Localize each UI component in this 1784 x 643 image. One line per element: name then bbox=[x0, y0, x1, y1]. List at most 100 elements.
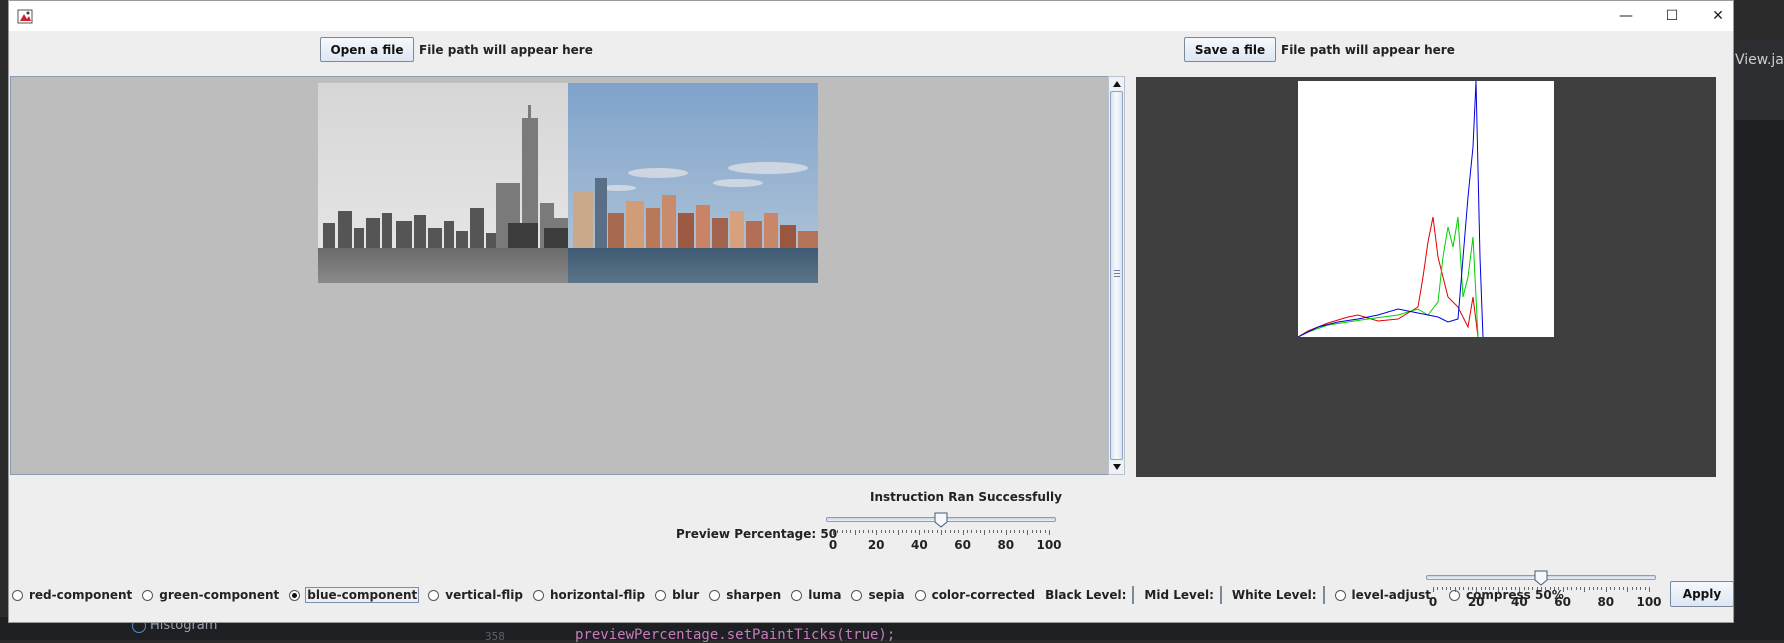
slider-tick bbox=[863, 530, 865, 533]
slider-tick bbox=[1437, 587, 1439, 590]
radio-label: red-component bbox=[29, 588, 133, 602]
slider-tick bbox=[1614, 587, 1616, 590]
slider-tick bbox=[1575, 587, 1577, 590]
close-button[interactable]: ✕ bbox=[1695, 1, 1741, 31]
histogram-chart bbox=[1298, 81, 1554, 337]
slider-tick bbox=[945, 530, 947, 533]
slider-tick-label: 20 bbox=[1467, 595, 1485, 609]
white-level-input[interactable] bbox=[1322, 586, 1325, 604]
preview-vertical-scrollbar[interactable] bbox=[1108, 76, 1125, 475]
slider-tick-label: 60 bbox=[1554, 595, 1571, 609]
slider-tick bbox=[1014, 530, 1016, 533]
slider-tick bbox=[1040, 530, 1042, 533]
radio-blur[interactable]: blur bbox=[655, 588, 699, 602]
slider-tick bbox=[1532, 587, 1534, 590]
slider-tick bbox=[833, 530, 834, 535]
slider-thumb[interactable] bbox=[1534, 570, 1548, 586]
radio-button[interactable] bbox=[709, 589, 721, 601]
slider-tick bbox=[988, 530, 990, 533]
radio-button[interactable] bbox=[791, 589, 803, 601]
slider-tick bbox=[897, 530, 899, 535]
scroll-up-arrow-icon[interactable] bbox=[1112, 80, 1122, 88]
radio-button[interactable] bbox=[12, 589, 23, 601]
slider-tick bbox=[1605, 587, 1607, 592]
radio-button[interactable] bbox=[1334, 589, 1346, 601]
minimize-button[interactable]: — bbox=[1603, 1, 1649, 31]
slider-tick bbox=[932, 530, 934, 533]
slider-tick bbox=[1588, 587, 1590, 590]
slider-tick bbox=[1623, 587, 1625, 590]
save-file-button[interactable]: Save a file bbox=[1184, 37, 1276, 62]
radio-button[interactable] bbox=[532, 589, 544, 601]
radio-button[interactable] bbox=[142, 589, 154, 601]
radio-label: vertical-flip bbox=[445, 588, 523, 602]
radio-sharpen[interactable]: sharpen bbox=[709, 588, 781, 602]
slider-tick bbox=[1493, 587, 1495, 590]
radio-label: color-corrected bbox=[931, 588, 1036, 602]
radio-label: horizontal-flip bbox=[549, 588, 646, 602]
radio-button[interactable] bbox=[655, 589, 667, 601]
white-level-label: White Level: bbox=[1231, 588, 1317, 602]
black-level-input[interactable] bbox=[1132, 586, 1135, 604]
slider-tick bbox=[1463, 587, 1465, 590]
radio-button[interactable] bbox=[914, 589, 926, 601]
slider-tick-label: 0 bbox=[828, 538, 838, 552]
scroll-thumb[interactable] bbox=[1110, 91, 1123, 460]
slider-tick bbox=[919, 530, 921, 535]
slider-tick bbox=[1001, 530, 1003, 533]
slider-tick-label: 100 bbox=[1636, 595, 1662, 609]
radio-green-component[interactable]: green-component bbox=[142, 588, 279, 602]
slider-tick bbox=[1558, 587, 1560, 590]
slider-tick bbox=[1519, 587, 1521, 592]
slider-tick bbox=[1502, 587, 1504, 590]
radio-label: sepia bbox=[868, 588, 905, 602]
radio-horizontal-flip[interactable]: horizontal-flip bbox=[532, 588, 646, 602]
radio-button[interactable] bbox=[851, 589, 863, 601]
radio-vertical-flip[interactable]: vertical-flip bbox=[428, 588, 523, 602]
scroll-down-arrow-icon[interactable] bbox=[1112, 463, 1122, 471]
slider-tick bbox=[1027, 530, 1029, 535]
slider-tick bbox=[928, 530, 930, 533]
radio-color-corrected[interactable]: color-corrected bbox=[914, 588, 1036, 602]
slider-tick-label: 40 bbox=[911, 538, 928, 552]
histogram-red-line bbox=[1298, 216, 1479, 337]
slider-tick bbox=[923, 530, 925, 533]
slider-tick bbox=[1649, 587, 1650, 592]
slider-tick bbox=[1476, 587, 1478, 592]
slider-tick bbox=[893, 530, 895, 533]
slider-tick bbox=[936, 530, 938, 533]
radio-button[interactable] bbox=[428, 589, 440, 601]
radio-label: level-adjust bbox=[1351, 588, 1432, 602]
open-file-button[interactable]: Open a file bbox=[320, 37, 414, 62]
slider-tick bbox=[841, 530, 843, 533]
preview-percentage-slider[interactable]: 0 20 40 60 80 100 bbox=[826, 512, 1062, 554]
apply-button[interactable]: Apply bbox=[1670, 581, 1734, 607]
slider-thumb[interactable] bbox=[934, 512, 948, 528]
slider-tick-label: 80 bbox=[997, 538, 1015, 552]
mid-level-input[interactable] bbox=[1219, 586, 1222, 604]
slider-tick bbox=[979, 530, 981, 533]
slider-tick bbox=[984, 530, 986, 535]
radio-luma[interactable]: luma bbox=[791, 588, 841, 602]
radio-red-component[interactable]: red-component bbox=[12, 588, 132, 602]
radio-button[interactable] bbox=[289, 589, 301, 601]
slider-tick bbox=[1597, 587, 1599, 590]
ide-code-line: previewPercentage.setPaintTicks(true); bbox=[575, 627, 896, 643]
maximize-button[interactable]: ☐ bbox=[1649, 1, 1695, 31]
slider-tick bbox=[966, 530, 968, 533]
radio-level-adjust[interactable]: level-adjust bbox=[1334, 588, 1432, 602]
compress-slider[interactable]: 0 20 40 60 80 100 bbox=[1426, 570, 1662, 611]
radio-blue-component[interactable]: blue-component bbox=[289, 587, 420, 603]
slider-tick bbox=[1467, 587, 1469, 590]
radio-sepia[interactable]: sepia bbox=[851, 588, 905, 602]
slider-tick bbox=[858, 530, 860, 533]
slider-tick bbox=[1510, 587, 1512, 590]
save-file-path: File path will appear here bbox=[1281, 43, 1455, 57]
slider-tick bbox=[941, 530, 942, 535]
slider-tick bbox=[1610, 587, 1612, 590]
slider-tick bbox=[854, 530, 856, 535]
slider-tick bbox=[850, 530, 852, 533]
slider-tick bbox=[1441, 587, 1443, 590]
slider-tick bbox=[1631, 587, 1633, 590]
ide-file-tab[interactable]: View.jav bbox=[1735, 52, 1784, 68]
